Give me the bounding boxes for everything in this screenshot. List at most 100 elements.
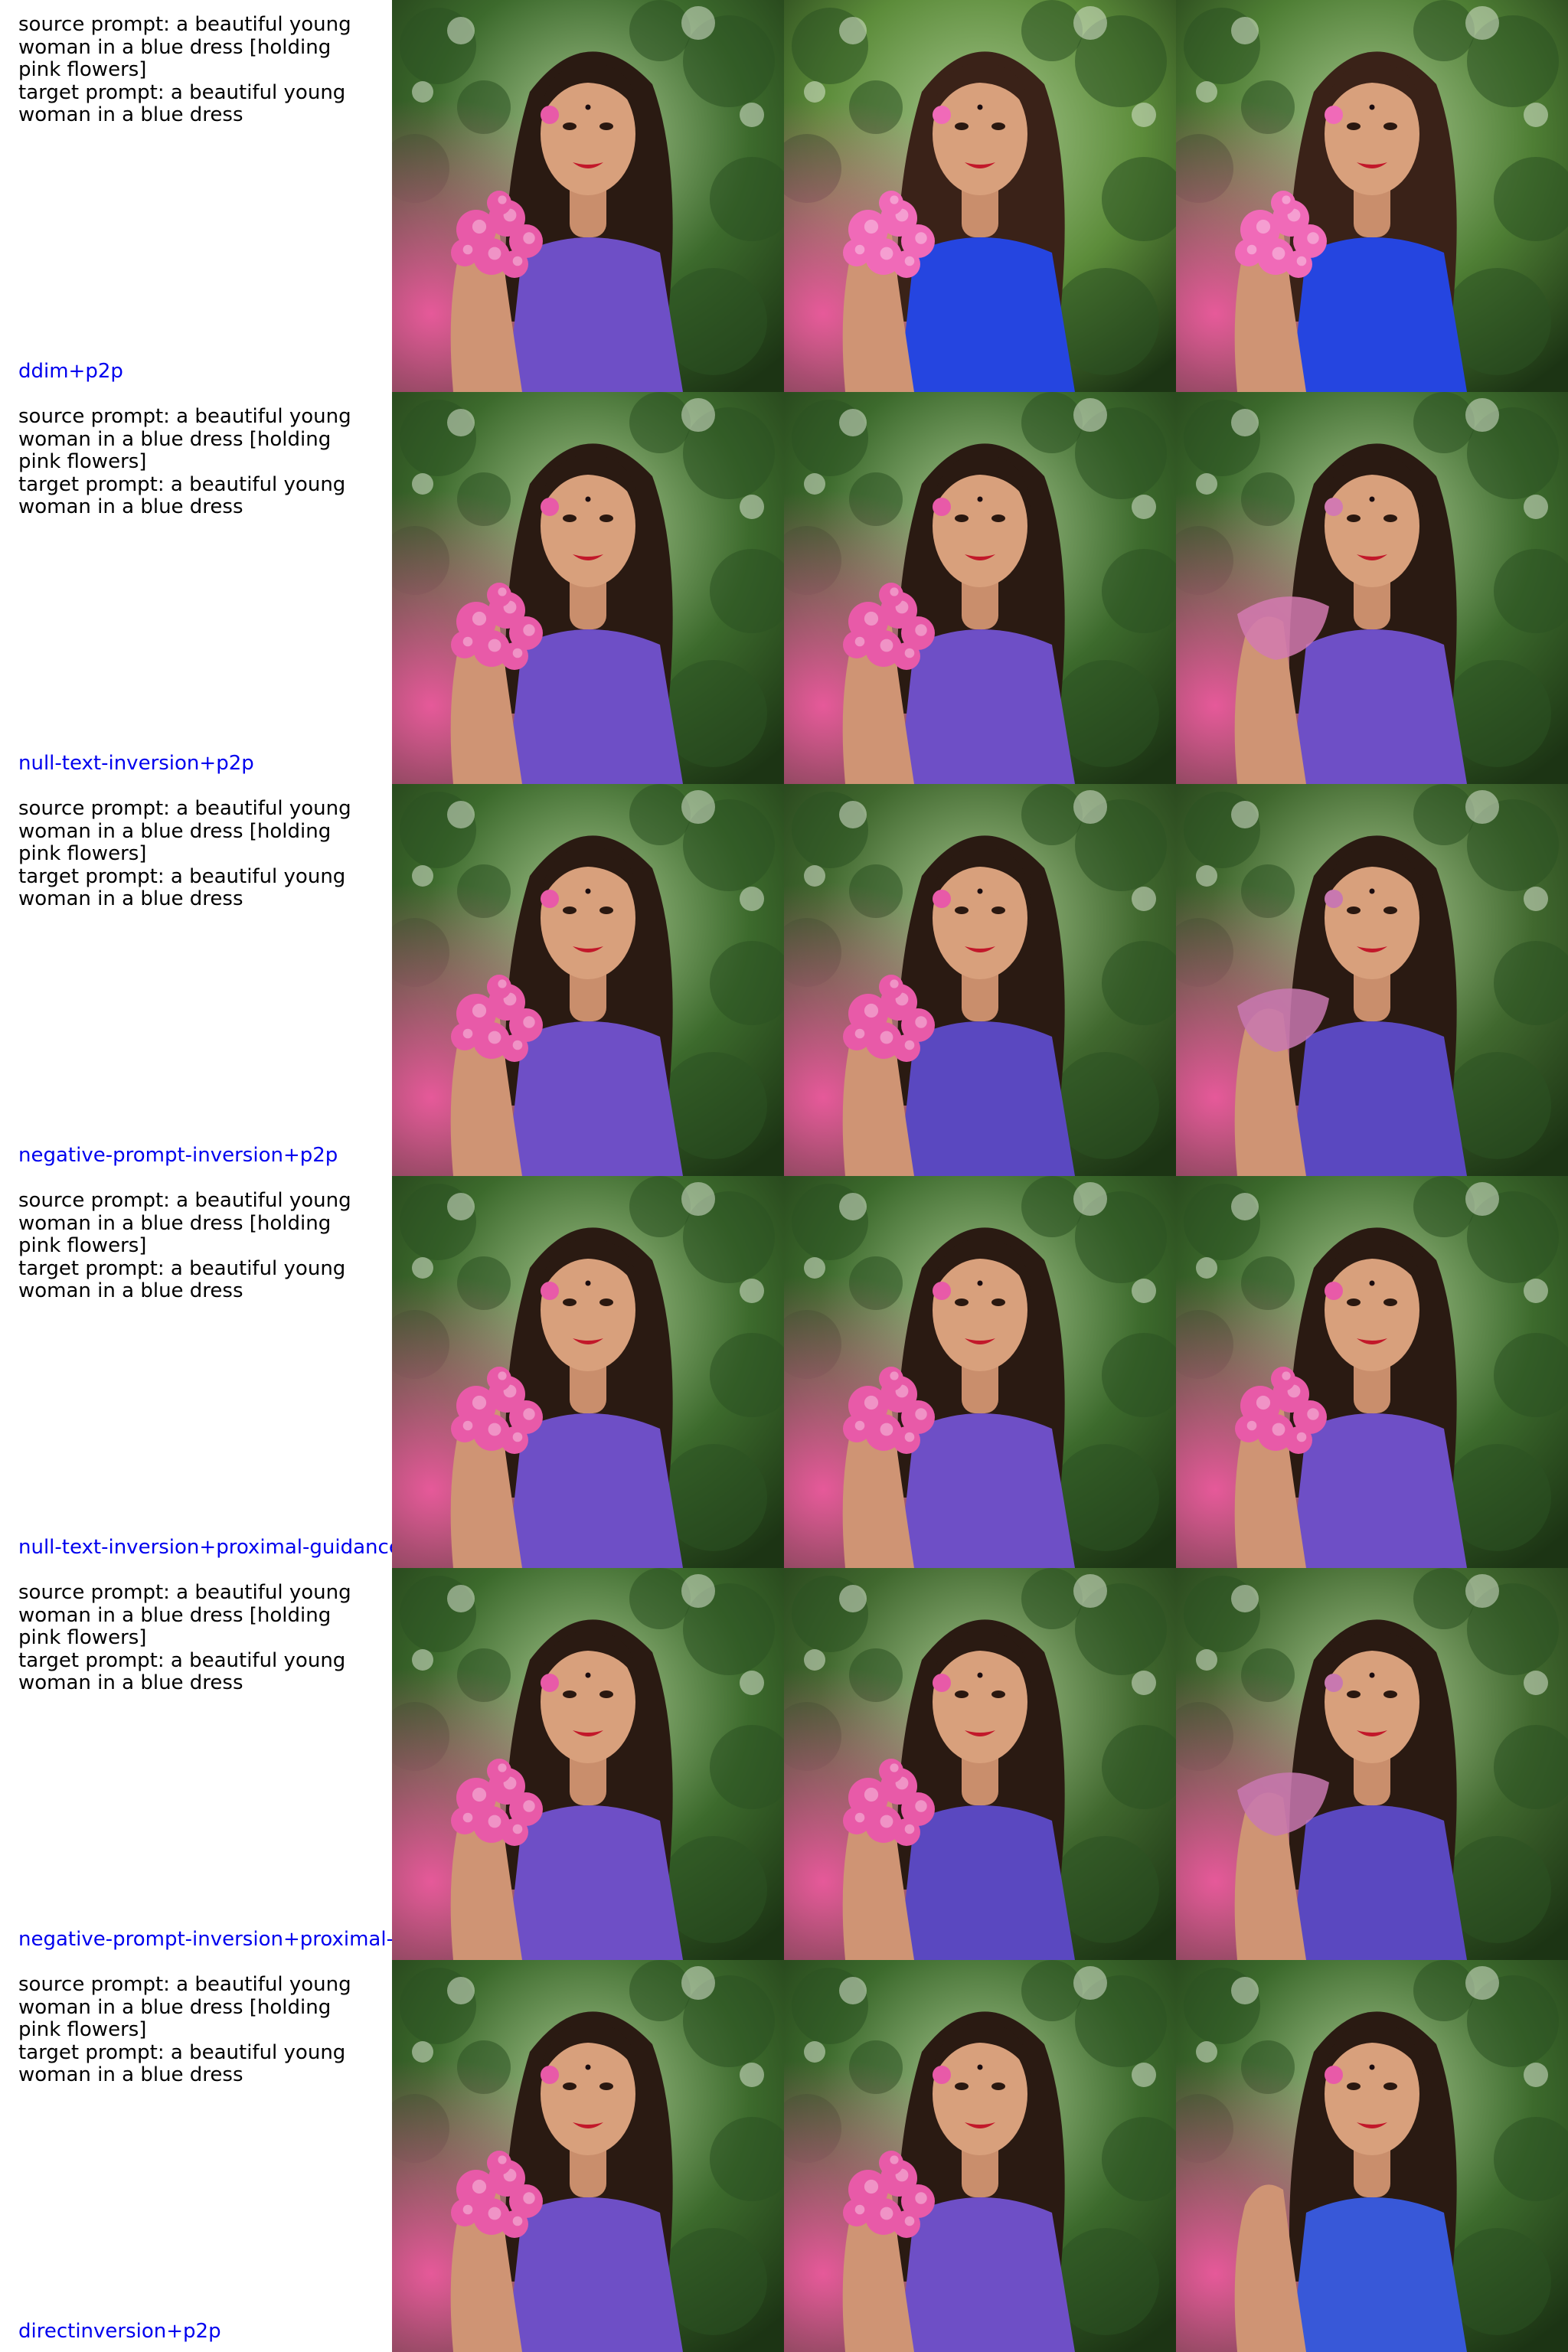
hair-flower [933, 1674, 951, 1692]
hair-flower [541, 498, 559, 516]
hair-flower [541, 890, 559, 908]
comparison-row: source prompt: a beautiful young woman i… [0, 1176, 1568, 1568]
hair-flower [1325, 1282, 1343, 1300]
portrait-photo [1176, 1176, 1568, 1568]
eye [1383, 2082, 1397, 2090]
eye [1347, 514, 1361, 522]
result-image [1176, 1176, 1568, 1568]
result-image [392, 784, 784, 1176]
blue-dress [507, 1413, 683, 1568]
eye [1383, 514, 1397, 522]
eye [563, 122, 577, 130]
result-image [1176, 392, 1568, 784]
bindi [977, 888, 983, 894]
portrait-photo [392, 0, 784, 392]
portrait-photo [784, 1176, 1176, 1568]
eye [991, 2082, 1005, 2090]
bindi [1369, 496, 1375, 502]
bindi [1369, 888, 1375, 894]
target-prompt: target prompt: a beautiful young woman i… [18, 80, 346, 126]
portrait-photo [1176, 1960, 1568, 2352]
eye [955, 906, 969, 914]
blue-dress [899, 1021, 1075, 1176]
portrait-photo [392, 1568, 784, 1960]
eye [563, 514, 577, 522]
blue-dress [899, 237, 1075, 392]
bindi [977, 496, 983, 502]
bindi [977, 1672, 983, 1678]
result-image [784, 1568, 1176, 1960]
method-name: negative-prompt-inversion+proximal-g [18, 1928, 392, 1951]
eye [563, 1298, 577, 1306]
hair-flower [1325, 498, 1343, 516]
hair-flower [541, 2066, 559, 2084]
bindi [1369, 1672, 1375, 1678]
row-label: source prompt: a beautiful young woman i… [0, 0, 392, 392]
method-name: null-text-inversion+p2p [18, 752, 254, 775]
comparison-row: source prompt: a beautiful young woman i… [0, 1568, 1568, 1960]
prompt-block: source prompt: a beautiful young woman i… [18, 13, 378, 127]
eye [1347, 122, 1361, 130]
row-label: source prompt: a beautiful young woman i… [0, 1960, 392, 2352]
portrait-photo [1176, 0, 1568, 392]
portrait-photo [784, 392, 1176, 784]
result-image [784, 784, 1176, 1176]
target-prompt: target prompt: a beautiful young woman i… [18, 472, 346, 518]
row-label: source prompt: a beautiful young woman i… [0, 784, 392, 1176]
comparison-row: source prompt: a beautiful young woman i… [0, 0, 1568, 392]
hair-flower [1325, 1674, 1343, 1692]
portrait-photo [392, 1176, 784, 1568]
row-label: source prompt: a beautiful young woman i… [0, 392, 392, 784]
portrait-photo [392, 392, 784, 784]
bindi [585, 104, 591, 110]
blue-dress [1291, 1021, 1467, 1176]
result-image [784, 0, 1176, 392]
row-label: source prompt: a beautiful young woman i… [0, 1568, 392, 1960]
eye [599, 1690, 613, 1698]
blue-dress [507, 2197, 683, 2352]
method-name: ddim+p2p [18, 360, 123, 383]
portrait-photo [784, 1960, 1176, 2352]
hair-flower [541, 1674, 559, 1692]
source-prompt: source prompt: a beautiful young woman i… [18, 1973, 351, 2041]
target-prompt: target prompt: a beautiful young woman i… [18, 864, 346, 910]
portrait-photo [784, 1568, 1176, 1960]
portrait-photo [784, 784, 1176, 1176]
result-image [784, 1176, 1176, 1568]
blue-dress [1291, 1805, 1467, 1960]
target-prompt: target prompt: a beautiful young woman i… [18, 1256, 346, 1302]
portrait-photo [1176, 392, 1568, 784]
source-prompt: source prompt: a beautiful young woman i… [18, 797, 351, 865]
blue-dress [899, 629, 1075, 784]
eye [1383, 1298, 1397, 1306]
bindi [585, 1280, 591, 1286]
blue-dress [507, 629, 683, 784]
bindi [1369, 1280, 1375, 1286]
result-image [1176, 1568, 1568, 1960]
hair-flower [1325, 2066, 1343, 2084]
bindi [977, 2064, 983, 2070]
blue-dress [1291, 2197, 1467, 2352]
eye [1383, 1690, 1397, 1698]
prompt-block: source prompt: a beautiful young woman i… [18, 1189, 378, 1303]
bindi [977, 1280, 983, 1286]
bindi [585, 496, 591, 502]
blue-dress [1291, 237, 1467, 392]
bindi [1369, 2064, 1375, 2070]
result-image [392, 1176, 784, 1568]
comparison-grid: source prompt: a beautiful young woman i… [0, 0, 1568, 2352]
blue-dress [507, 1021, 683, 1176]
portrait-photo [784, 0, 1176, 392]
portrait-photo [392, 1960, 784, 2352]
row-label: source prompt: a beautiful young woman i… [0, 1176, 392, 1568]
blue-dress [899, 2197, 1075, 2352]
hair-flower [933, 1282, 951, 1300]
result-image [1176, 1960, 1568, 2352]
result-image [392, 0, 784, 392]
result-image [392, 392, 784, 784]
eye [563, 906, 577, 914]
result-image [784, 1960, 1176, 2352]
eye [991, 906, 1005, 914]
eye [955, 1690, 969, 1698]
hair-flower [933, 106, 951, 124]
